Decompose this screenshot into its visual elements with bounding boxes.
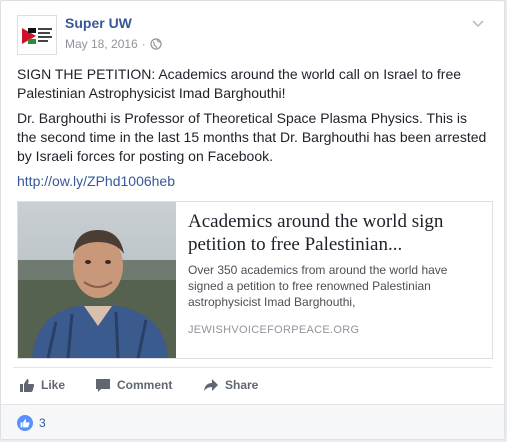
preview-thumbnail[interactable] <box>18 202 176 358</box>
like-button[interactable]: Like <box>19 377 65 393</box>
post-meta: May 18, 2016 · <box>65 37 162 51</box>
like-label: Like <box>41 378 66 392</box>
post-link[interactable]: http://ow.ly/ZPhd1006heb <box>17 173 175 189</box>
like-reaction-icon <box>17 415 33 431</box>
preview-title[interactable]: Academics around the world sign petition… <box>188 210 482 256</box>
comment-label: Comment <box>117 378 173 392</box>
action-bar: Like Comment Share <box>13 367 492 404</box>
page-avatar[interactable] <box>17 15 57 55</box>
reactions-footer: 3 <box>1 404 504 439</box>
preview-domain: JEWISHVOICEFORPEACE.ORG <box>188 324 360 336</box>
preview-description: Over 350 academics from around the world… <box>188 263 448 309</box>
meta-separator: · <box>141 37 146 51</box>
comment-icon <box>96 379 110 392</box>
flag-logo-icon <box>22 28 52 44</box>
share-label: Share <box>225 378 259 392</box>
reaction-summary[interactable]: 3 <box>17 415 46 431</box>
share-button[interactable]: Share <box>203 377 258 393</box>
thumbs-up-icon <box>20 379 35 392</box>
post-card: Super UW May 18, 2016 · SIGN THE PETITIO… <box>0 0 505 440</box>
post-date[interactable]: May 18, 2016 <box>65 37 138 51</box>
globe-icon[interactable] <box>150 38 162 50</box>
post-text-paragraph-2: Dr. Barghouthi is Professor of Theoretic… <box>17 110 487 164</box>
comment-button[interactable]: Comment <box>95 377 172 393</box>
page-name-link[interactable]: Super UW <box>65 15 132 31</box>
preview-text: Academics around the world sign petition… <box>188 210 482 336</box>
chevron-down-icon[interactable] <box>470 15 486 31</box>
post-header: Super UW May 18, 2016 · <box>17 13 492 57</box>
man-portrait-image <box>18 202 176 358</box>
reaction-count: 3 <box>39 416 46 430</box>
link-preview-card[interactable]: Academics around the world sign petition… <box>17 201 493 359</box>
share-icon <box>204 379 218 391</box>
post-text-paragraph-1: SIGN THE PETITION: Academics around the … <box>17 66 462 101</box>
